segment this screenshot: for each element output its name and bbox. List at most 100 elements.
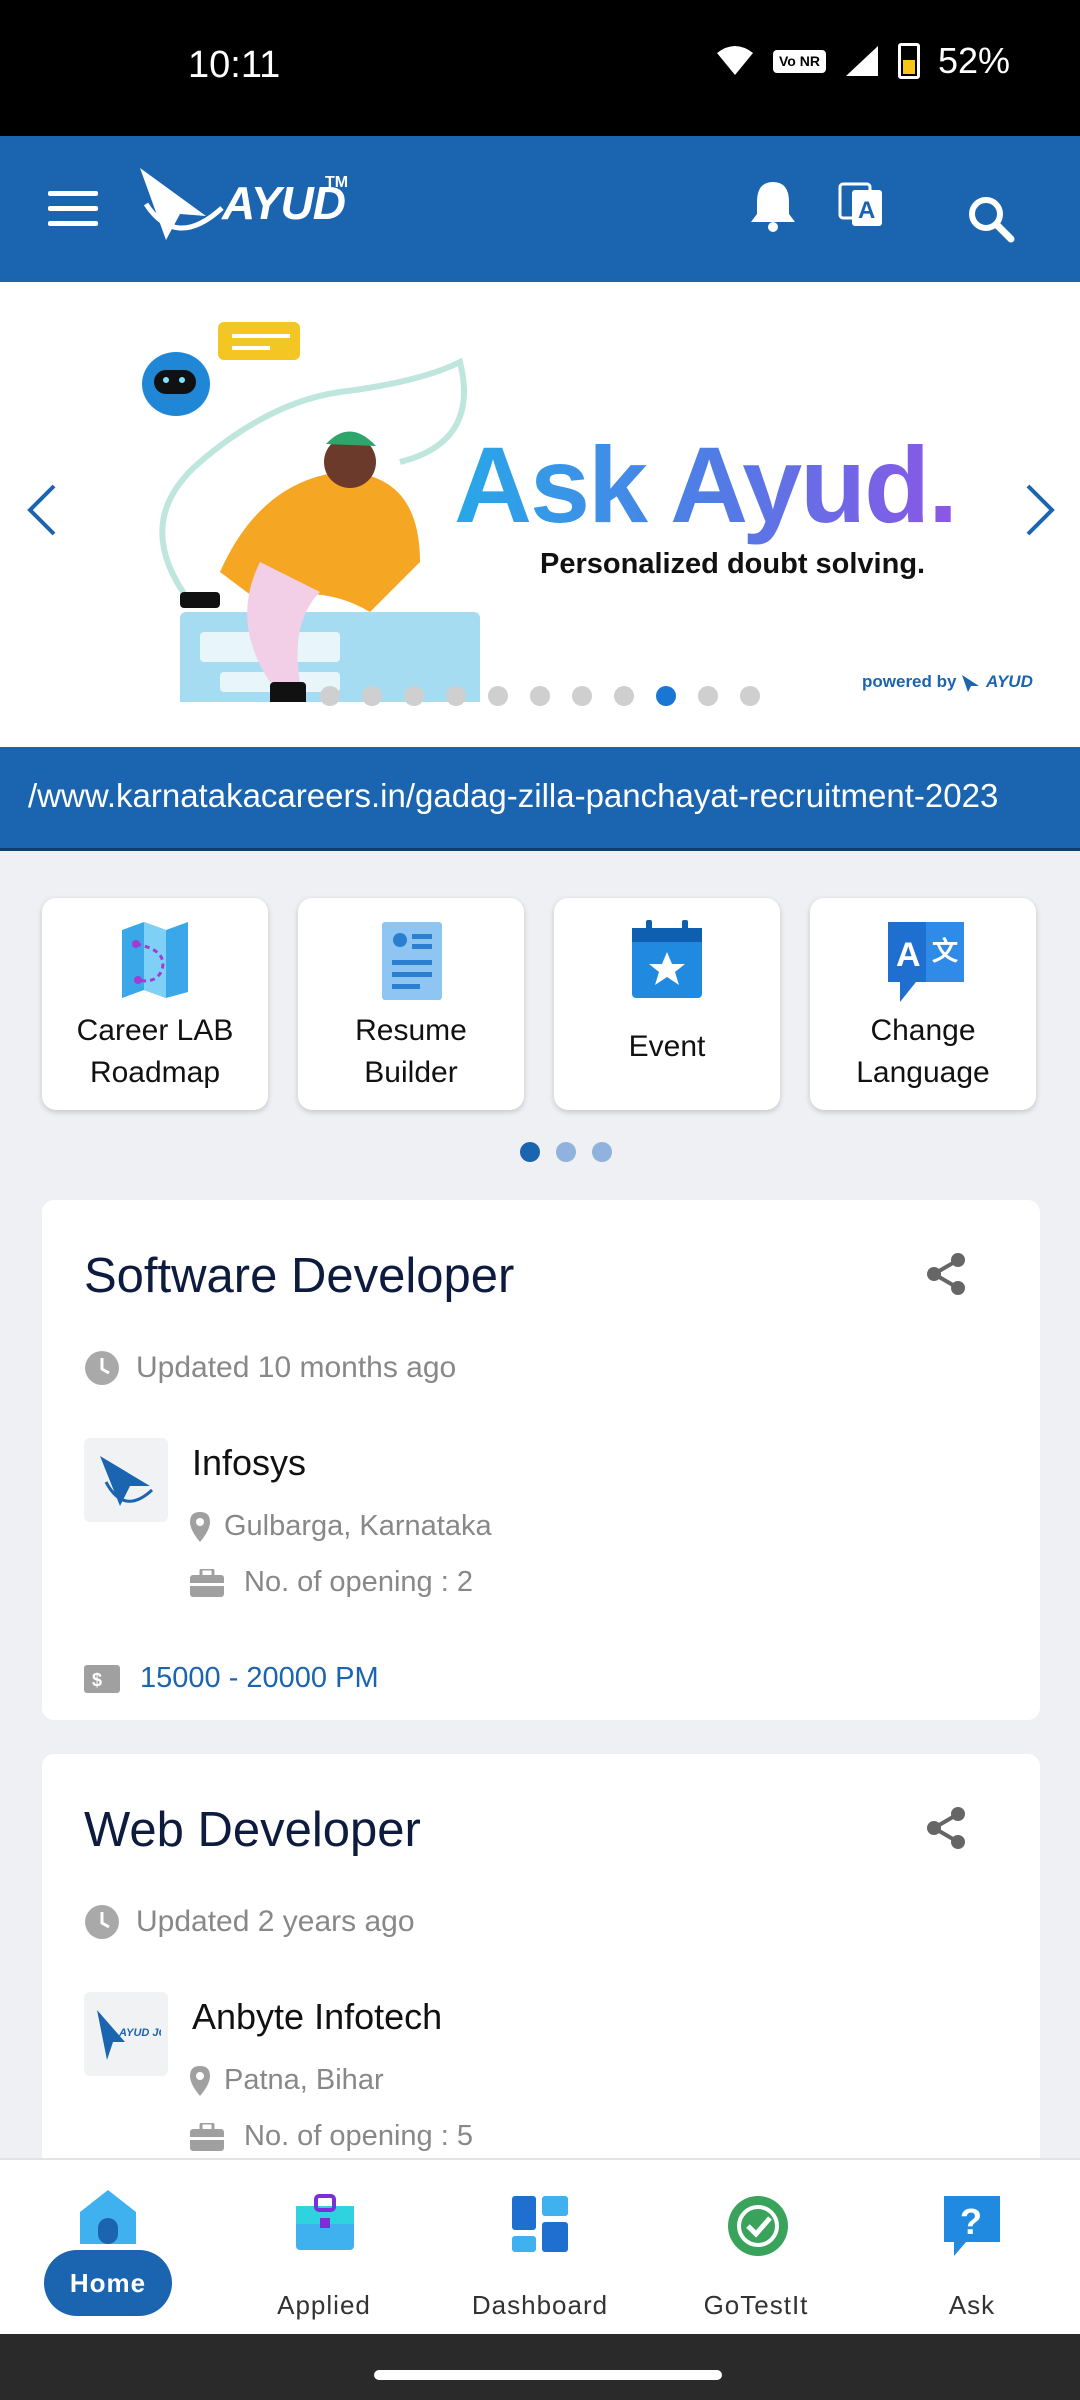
news-ticker[interactable]: /www.karnatakacareers.in/gadag-zilla-pan…	[0, 747, 1080, 851]
updated-time: Updated 10 months ago	[84, 1350, 456, 1386]
nav-home[interactable]: Home	[0, 2160, 216, 2336]
gotestit-check-icon	[728, 2196, 788, 2256]
chevron-left-icon[interactable]	[24, 482, 60, 538]
logo-trademark: TM	[325, 174, 349, 191]
nav-home-label[interactable]: Home	[44, 2250, 172, 2316]
share-icon[interactable]	[924, 1806, 968, 1850]
hamburger-menu-icon[interactable]	[48, 191, 98, 227]
banner-dot[interactable]	[404, 686, 424, 706]
language-icon: A 文	[888, 922, 964, 1002]
battery-level: 52%	[937, 40, 1010, 81]
status-bar: 10:11 Vo NR 52%	[0, 0, 1080, 136]
company-name: Infosys	[192, 1442, 307, 1483]
quick-actions: Career LAB Roadmap Resume Builder Event	[42, 898, 1036, 1110]
job-title[interactable]: Web Developer	[84, 1802, 421, 1858]
infosys-logo-icon	[100, 1456, 154, 1506]
tiles-dot[interactable]	[592, 1142, 612, 1162]
nav-label: Dashboard	[471, 2290, 609, 2320]
bottom-navigation: Home Applied Dashboard GoTestIt ? Ask	[0, 2158, 1080, 2334]
ayud-logo-small-icon	[962, 674, 980, 692]
banner-dot[interactable]	[614, 686, 634, 706]
clock-icon	[85, 1351, 119, 1385]
job-location: Patna, Bihar	[190, 2064, 384, 2097]
tile-label: Event	[554, 1026, 780, 1068]
resume-icon	[382, 922, 442, 1000]
job-location: Gulbarga, Karnataka	[190, 1510, 492, 1543]
company-logo: AYUD JOBS	[84, 1992, 168, 2076]
nav-ask[interactable]: ? Ask	[864, 2160, 1080, 2336]
banner-powered-by: powered by AYUD	[862, 672, 1033, 692]
promo-banner-carousel[interactable]: Ask Ayud. Personalized doubt solving. po…	[0, 282, 1080, 747]
tile-label: Career LAB Roadmap	[42, 1010, 268, 1094]
nav-label: Applied	[277, 2290, 371, 2320]
job-title[interactable]: Software Developer	[84, 1248, 514, 1304]
banner-dot[interactable]	[446, 686, 466, 706]
nav-gotestit[interactable]: GoTestIt	[648, 2160, 864, 2336]
banner-subtitle: Personalized doubt solving.	[540, 548, 926, 580]
job-openings: No. of opening : 5	[190, 2120, 473, 2153]
job-card[interactable]: Web Developer Updated 2 years ago AYUD J…	[42, 1754, 1040, 2174]
nav-applied[interactable]: Applied	[216, 2160, 432, 2336]
updated-text: Updated 2 years ago	[136, 1905, 415, 1938]
tile-label-line2: Language	[856, 1056, 990, 1089]
updated-text: Updated 10 months ago	[136, 1351, 457, 1384]
search-icon[interactable]	[966, 194, 1016, 244]
location-text: Gulbarga, Karnataka	[224, 1510, 492, 1542]
ayud-jobs-logo-text: AYUD JOBS	[118, 2027, 161, 2039]
tile-label: Resume Builder	[298, 1010, 524, 1094]
nav-label: Ask	[948, 2290, 996, 2320]
share-icon[interactable]	[924, 1252, 968, 1296]
banner-dot[interactable]	[572, 686, 592, 706]
home-icon	[80, 2190, 136, 2244]
chevron-right-icon[interactable]	[1022, 482, 1058, 538]
salary-text: 15000 - 20000 PM	[140, 1662, 379, 1694]
openings-text: No. of opening : 5	[244, 2120, 473, 2152]
banner-dot[interactable]	[530, 686, 550, 706]
job-salary: $ 15000 - 20000 PM	[84, 1662, 379, 1695]
tiles-dot[interactable]	[556, 1142, 576, 1162]
tile-career-lab-roadmap[interactable]: Career LAB Roadmap	[42, 898, 268, 1110]
banner-dot[interactable]	[656, 686, 676, 706]
svg-text:A: A	[896, 936, 921, 974]
ticker-text[interactable]: /www.karnatakacareers.in/gadag-zilla-pan…	[28, 777, 998, 815]
app-bar: AYUD TM	[0, 136, 1080, 282]
banner-dot[interactable]	[698, 686, 718, 706]
location-pin-icon	[190, 1511, 210, 1542]
ayud-jobs-logo-icon: AYUD JOBS	[97, 2010, 161, 2060]
company-logo	[84, 1438, 168, 1522]
tiles-pagination	[520, 1142, 612, 1162]
tile-event[interactable]: Event	[554, 898, 780, 1110]
roadmap-icon	[122, 922, 188, 998]
company-name: Anbyte Infotech	[192, 1996, 443, 2037]
banner-title: Ask Ayud.	[454, 424, 958, 545]
nav-dashboard[interactable]: Dashboard	[432, 2160, 648, 2336]
notification-bell-icon[interactable]	[748, 178, 798, 232]
location-text: Patna, Bihar	[224, 2064, 384, 2096]
gesture-bar	[0, 2334, 1080, 2400]
clock-icon	[85, 1905, 119, 1939]
banner-dot[interactable]	[320, 686, 340, 706]
tile-label-line2: Roadmap	[89, 1056, 221, 1089]
job-card[interactable]: Software Developer Updated 10 months ago…	[42, 1200, 1040, 1720]
battery-icon	[897, 43, 920, 79]
tile-label-line1: Resume	[355, 1014, 467, 1047]
tile-change-language[interactable]: A 文 Change Language	[810, 898, 1036, 1110]
translate-icon[interactable]: A	[838, 180, 884, 230]
banner-dot[interactable]	[488, 686, 508, 706]
wifi-icon	[716, 46, 753, 75]
tile-resume-builder[interactable]: Resume Builder	[298, 898, 524, 1110]
ask-question-icon: ?	[944, 2196, 1000, 2256]
status-icons: Vo NR 52%	[715, 40, 1010, 82]
dashboard-icon	[512, 2196, 568, 2252]
tile-label-line1: Change	[870, 1014, 976, 1047]
briefcase-icon	[190, 2122, 224, 2151]
banner-dot[interactable]	[362, 686, 382, 706]
svg-text:?: ?	[960, 2201, 982, 2242]
gesture-handle[interactable]	[374, 2370, 722, 2380]
job-openings: No. of opening : 2	[190, 1566, 473, 1599]
calendar-star-icon	[632, 920, 702, 998]
tile-label-line1: Event	[628, 1030, 706, 1063]
money-icon: $	[84, 1664, 120, 1693]
banner-dot[interactable]	[740, 686, 760, 706]
tiles-dot[interactable]	[520, 1142, 540, 1162]
